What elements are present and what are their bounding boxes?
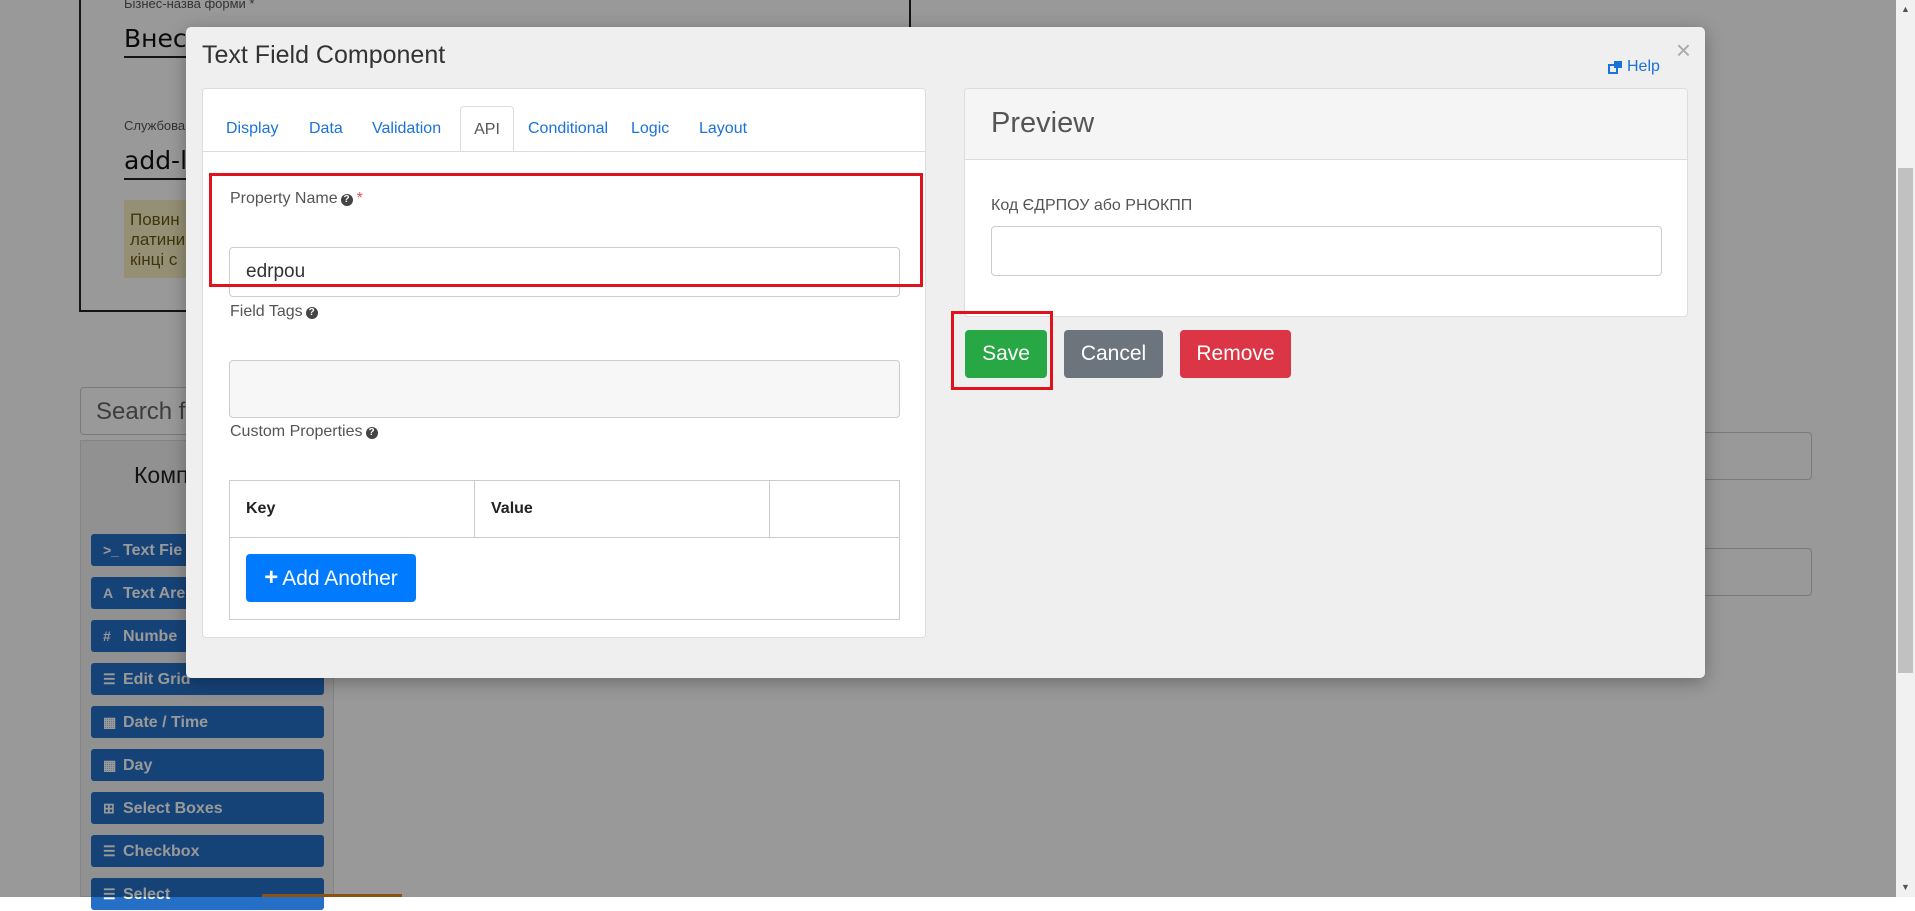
tab-logic[interactable]: Logic bbox=[621, 106, 679, 151]
property-name-highlight bbox=[209, 173, 923, 287]
tab-display[interactable]: Display bbox=[216, 106, 288, 151]
close-icon[interactable]: × bbox=[1676, 35, 1691, 66]
help-label: Help bbox=[1627, 58, 1660, 75]
tab-validation[interactable]: Validation bbox=[362, 106, 451, 151]
column-header-actions bbox=[770, 481, 899, 537]
field-tags-label: Field Tags? bbox=[230, 303, 318, 321]
scroll-down-icon[interactable]: ▼ bbox=[1898, 880, 1913, 894]
table-header: Key Value bbox=[230, 481, 899, 538]
column-header-key: Key bbox=[230, 481, 475, 537]
tab-data[interactable]: Data bbox=[299, 106, 353, 151]
preview-panel: Preview Код ЄДРПОУ або РНОКПП bbox=[964, 88, 1688, 317]
cancel-button[interactable]: Cancel bbox=[1064, 330, 1163, 378]
tab-api[interactable]: API bbox=[460, 106, 514, 151]
question-circle-icon[interactable]: ? bbox=[365, 427, 378, 439]
scroll-up-icon[interactable]: ▲ bbox=[1898, 2, 1913, 16]
tab-layout[interactable]: Layout bbox=[689, 106, 757, 151]
remove-button[interactable]: Remove bbox=[1180, 330, 1291, 378]
preview-title: Preview bbox=[991, 107, 1095, 139]
dialog-title: Text Field Component bbox=[202, 41, 446, 69]
scrollbar-thumb[interactable] bbox=[1898, 168, 1913, 673]
field-tags-input[interactable] bbox=[229, 360, 900, 418]
settings-panel: Display Data Validation API Conditional … bbox=[202, 88, 926, 638]
external-link-icon bbox=[1608, 61, 1622, 74]
plus-icon: + bbox=[264, 564, 279, 591]
custom-properties-table: Key Value + Add Another bbox=[229, 480, 900, 620]
add-another-label: Add Another bbox=[282, 567, 398, 590]
preview-header: Preview bbox=[965, 89, 1687, 160]
field-tags-label-text: Field Tags bbox=[230, 303, 303, 320]
question-circle-icon[interactable]: ? bbox=[305, 307, 318, 319]
text-field-component-dialog: Text Field Component × Help Display Data… bbox=[186, 27, 1705, 678]
column-header-value: Value bbox=[475, 481, 770, 537]
settings-tabs: Display Data Validation API Conditional … bbox=[203, 106, 925, 152]
help-link[interactable]: Help bbox=[1608, 58, 1660, 76]
save-button-highlight bbox=[951, 311, 1053, 390]
custom-properties-label: Custom Properties? bbox=[230, 423, 378, 441]
custom-properties-label-text: Custom Properties bbox=[230, 423, 363, 440]
preview-field-input[interactable] bbox=[991, 226, 1662, 276]
preview-field-label: Код ЄДРПОУ або РНОКПП bbox=[991, 197, 1193, 214]
add-another-button[interactable]: + Add Another bbox=[246, 554, 416, 602]
tab-conditional[interactable]: Conditional bbox=[518, 106, 618, 151]
